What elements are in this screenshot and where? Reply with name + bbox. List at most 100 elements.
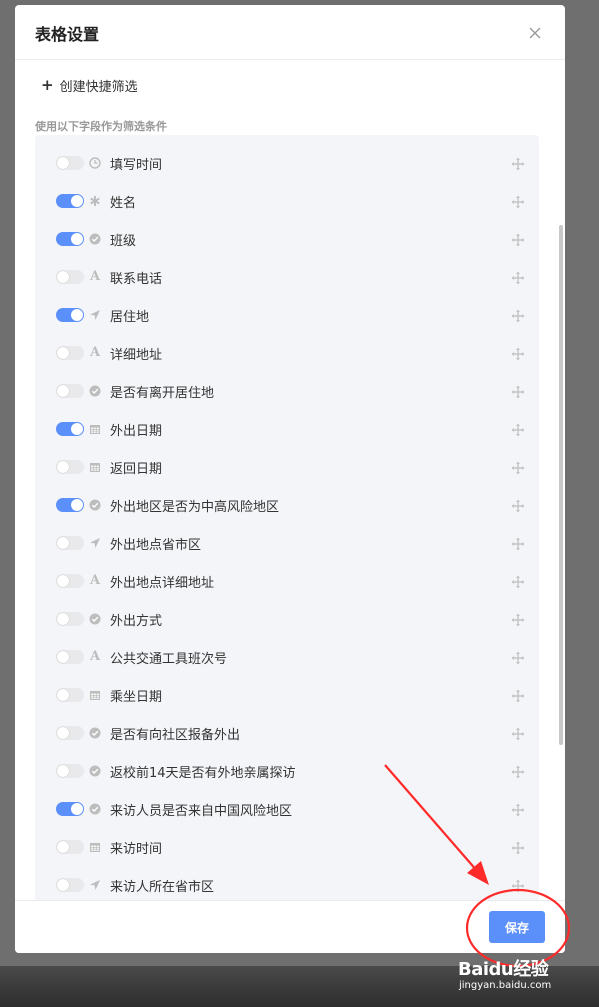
toggle-knob [57, 461, 69, 473]
field-row: 外出方式 [35, 600, 539, 638]
field-toggle[interactable] [56, 726, 84, 740]
check-circle-icon [88, 232, 102, 246]
drag-handle-icon[interactable] [511, 574, 525, 589]
field-toggle[interactable] [56, 270, 84, 284]
field-row: A 公共交通工具班次号 [35, 638, 539, 676]
drag-handle-icon[interactable] [511, 650, 525, 665]
field-row: 返回日期 [35, 448, 539, 486]
drag-handle-icon[interactable] [511, 194, 525, 209]
modal-footer: 保存 [15, 900, 565, 953]
scrollbar[interactable] [559, 225, 563, 745]
drag-handle-icon[interactable] [511, 802, 525, 817]
drag-handle-icon[interactable] [511, 764, 525, 779]
toggle-knob [57, 841, 69, 853]
drag-handle-icon[interactable] [511, 156, 525, 171]
field-label: 联系电话 [110, 272, 163, 287]
field-label: 是否有离开居住地 [110, 386, 215, 401]
field-row: 外出地区是否为中高风险地区 [35, 486, 539, 524]
field-label: 外出地点详细地址 [110, 576, 215, 591]
calendar-icon [88, 422, 102, 436]
drag-handle-icon[interactable] [511, 346, 525, 361]
field-toggle[interactable] [56, 536, 84, 550]
field-toggle[interactable] [56, 460, 84, 474]
field-row: 来访时间 [35, 828, 539, 866]
toggle-knob [71, 803, 83, 815]
field-toggle[interactable] [56, 878, 84, 892]
clock-icon [88, 156, 102, 170]
field-label: 来访人所在省市区 [110, 880, 215, 895]
drag-handle-icon[interactable] [511, 460, 525, 475]
drag-handle-icon[interactable] [511, 688, 525, 703]
toggle-knob [71, 309, 83, 321]
field-row: 外出地点省市区 [35, 524, 539, 562]
field-toggle[interactable] [56, 802, 84, 816]
check-circle-icon [88, 498, 102, 512]
field-label: 外出方式 [110, 614, 163, 629]
toggle-knob [57, 537, 69, 549]
field-toggle[interactable] [56, 384, 84, 398]
create-quick-filter-button[interactable]: + 创建快捷筛选 [41, 75, 138, 95]
text-icon: A [89, 573, 101, 588]
field-label: 姓名 [110, 196, 137, 211]
field-toggle[interactable] [56, 650, 84, 664]
field-row: 来访人员是否来自中国风险地区 [35, 790, 539, 828]
toggle-knob [57, 157, 69, 169]
drag-handle-icon[interactable] [511, 726, 525, 741]
field-row: 乘坐日期 [35, 676, 539, 714]
field-label: 外出地点省市区 [110, 538, 202, 553]
drag-handle-icon[interactable] [511, 840, 525, 855]
field-row: A 联系电话 [35, 258, 539, 296]
field-toggle[interactable] [56, 194, 84, 208]
toggle-knob [57, 271, 69, 283]
location-arrow-icon [88, 308, 102, 322]
field-row: 是否有向社区报备外出 [35, 714, 539, 752]
section-label: 使用以下字段作为筛选条件 [35, 120, 167, 133]
toggle-knob [71, 423, 83, 435]
field-toggle[interactable] [56, 498, 84, 512]
plus-icon: + [41, 76, 54, 94]
check-circle-icon [88, 802, 102, 816]
field-toggle[interactable] [56, 232, 84, 246]
drag-handle-icon[interactable] [511, 232, 525, 247]
field-toggle[interactable] [56, 308, 84, 322]
close-icon[interactable] [527, 25, 543, 41]
field-label: 班级 [110, 234, 137, 249]
field-label: 乘坐日期 [110, 690, 163, 705]
calendar-icon [88, 460, 102, 474]
create-quick-filter-label: 创建快捷筛选 [59, 79, 138, 95]
toggle-knob [57, 613, 69, 625]
location-arrow-icon [88, 536, 102, 550]
field-toggle[interactable] [56, 422, 84, 436]
save-button[interactable]: 保存 [489, 911, 545, 943]
toggle-knob [71, 195, 83, 207]
baidu-watermark-url: jingyan.baidu.com [459, 980, 552, 991]
field-toggle[interactable] [56, 840, 84, 854]
field-row: 填写时间 [35, 144, 539, 182]
toggle-knob [57, 651, 69, 663]
field-label: 居住地 [110, 310, 150, 325]
field-toggle[interactable] [56, 156, 84, 170]
field-row: A 外出地点详细地址 [35, 562, 539, 600]
drag-handle-icon[interactable] [511, 536, 525, 551]
field-toggle[interactable] [56, 574, 84, 588]
drag-handle-icon[interactable] [511, 878, 525, 893]
field-label: 详细地址 [110, 348, 163, 363]
field-toggle[interactable] [56, 764, 84, 778]
field-label: 来访时间 [110, 842, 163, 857]
drag-handle-icon[interactable] [511, 384, 525, 399]
text-icon: A [89, 649, 101, 664]
field-row: A 详细地址 [35, 334, 539, 372]
field-toggle[interactable] [56, 612, 84, 626]
field-toggle[interactable] [56, 346, 84, 360]
drag-handle-icon[interactable] [511, 422, 525, 437]
drag-handle-icon[interactable] [511, 270, 525, 285]
field-row: 姓名 [35, 182, 539, 220]
drag-handle-icon[interactable] [511, 498, 525, 513]
drag-handle-icon[interactable] [511, 308, 525, 323]
drag-handle-icon[interactable] [511, 612, 525, 627]
check-circle-icon [88, 612, 102, 626]
toggle-knob [57, 765, 69, 777]
table-settings-modal: 表格设置 + 创建快捷筛选 使用以下字段作为筛选条件 填写时间 姓名 班级 A 联系电话… [15, 5, 565, 953]
modal-header: 表格设置 [15, 5, 565, 60]
field-toggle[interactable] [56, 688, 84, 702]
